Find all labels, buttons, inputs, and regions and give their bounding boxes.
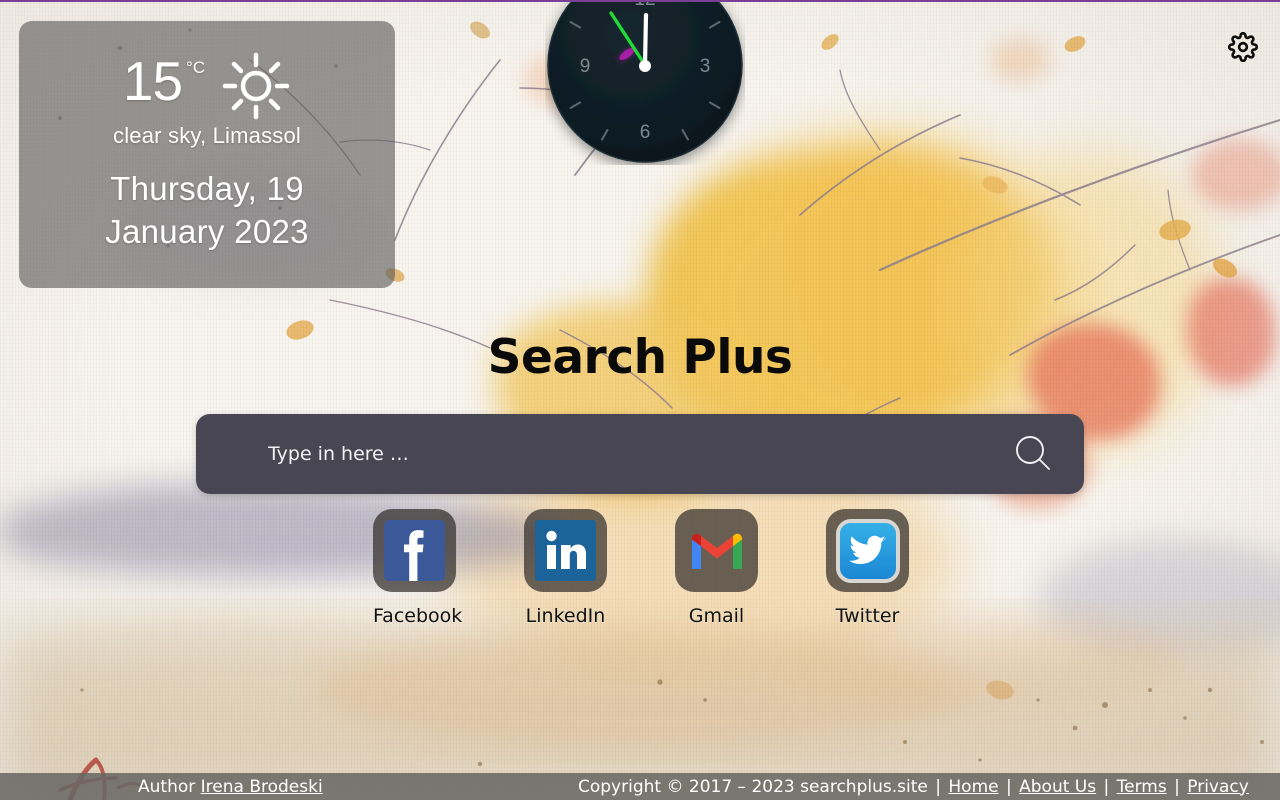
- shortcut-label: Facebook: [373, 605, 463, 627]
- weather-current: 15 °C: [19, 47, 395, 121]
- footer-separator: |: [1168, 776, 1186, 797]
- sun-icon: [221, 51, 291, 126]
- footer-copyright-text: Copyright © 2017 – 2023 searchplus.site: [578, 776, 928, 797]
- analog-clock: 12 3 6 9: [545, 0, 745, 165]
- twitter-icon: [826, 509, 909, 592]
- gear-icon: [1227, 31, 1259, 65]
- footer-separator: |: [1098, 776, 1115, 797]
- shortcut-twitter[interactable]: Twitter: [826, 509, 909, 627]
- weather-date: Thursday, 19 January 2023: [19, 167, 395, 253]
- search-icon: [1011, 431, 1055, 478]
- shortcut-gmail[interactable]: Gmail: [675, 509, 758, 627]
- clock-minute-hand: [642, 12, 649, 68]
- page-title: Search Plus: [487, 330, 793, 385]
- shortcut-linkedin[interactable]: LinkedIn: [524, 509, 607, 627]
- top-accent-rule: [0, 0, 1280, 2]
- clock-numeral-3: 3: [700, 56, 711, 77]
- footer-author-prefix: Author: [138, 776, 201, 797]
- search-bar[interactable]: [196, 414, 1084, 494]
- weather-temperature: 15: [122, 50, 183, 112]
- new-tab-page: 15 °C clear sky, Limassol Thursday, 19 J…: [0, 0, 1280, 800]
- shortcut-label: LinkedIn: [525, 605, 606, 627]
- footer-link-home[interactable]: Home: [948, 777, 998, 797]
- facebook-icon: [373, 509, 456, 592]
- shortcut-label: Twitter: [835, 605, 900, 627]
- footer-separator: |: [1000, 776, 1018, 797]
- clock-numeral-6: 6: [640, 122, 651, 143]
- clock-center-cap: [639, 60, 651, 72]
- weather-date-line-2: January 2023: [105, 213, 309, 250]
- shortcut-label: Gmail: [688, 605, 745, 627]
- footer-copyright: Copyright © 2017 – 2023 searchplus.site …: [578, 777, 1249, 797]
- weather-unit: °C: [186, 58, 206, 77]
- weather-description: clear sky, Limassol: [113, 123, 301, 148]
- footer-separator: |: [929, 776, 947, 797]
- weather-widget[interactable]: 15 °C clear sky, Limassol Thursday, 19 J…: [19, 21, 395, 288]
- footer: Author Irena Brodeski Copyright © 2017 –…: [0, 773, 1280, 800]
- weather-date-line-1: Thursday, 19: [110, 170, 304, 207]
- footer-author: Author Irena Brodeski: [138, 777, 323, 797]
- clock-numeral-9: 9: [580, 56, 591, 77]
- shortcut-facebook[interactable]: Facebook: [373, 509, 463, 627]
- footer-author-link[interactable]: Irena Brodeski: [201, 777, 323, 797]
- footer-link-privacy[interactable]: Privacy: [1187, 777, 1249, 797]
- search-submit-button[interactable]: [1010, 431, 1056, 477]
- footer-link-about-us[interactable]: About Us: [1019, 777, 1096, 797]
- settings-button[interactable]: [1227, 31, 1259, 65]
- footer-link-terms[interactable]: Terms: [1117, 777, 1167, 797]
- search-input[interactable]: [268, 414, 1010, 494]
- gmail-icon: [675, 509, 758, 592]
- shortcuts-row: Facebook LinkedIn Gmail Twitter: [0, 509, 1280, 627]
- search-section: Search Plus: [0, 330, 1280, 494]
- linkedin-icon: [524, 509, 607, 592]
